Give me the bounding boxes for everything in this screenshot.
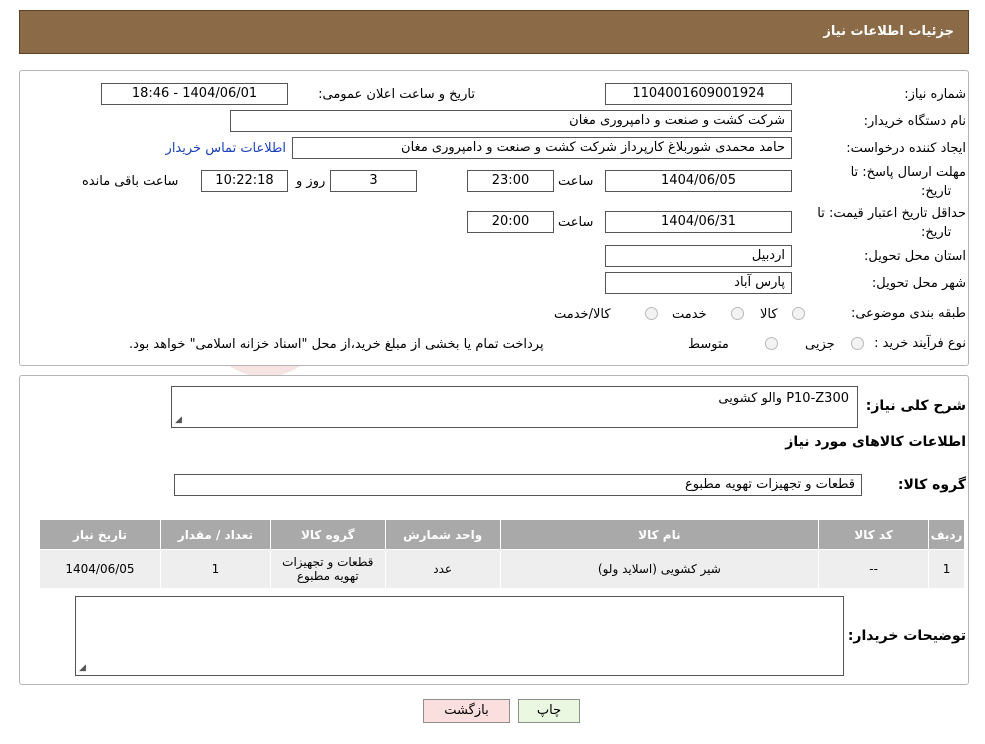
col-header-group: گروه کالا xyxy=(269,519,386,550)
col-header-unit: واحد شمارش xyxy=(384,519,501,550)
days-remaining-field: 3 xyxy=(330,170,417,192)
col-header-date: تاریخ نیاز xyxy=(39,519,161,550)
goods-table-header: ردیف کد کالا نام کالا واحد شمارش گروه کا… xyxy=(39,519,965,550)
category-radio-goods-service[interactable] xyxy=(645,307,658,320)
buyer-contact-link[interactable]: اطلاعات تماس خریدار xyxy=(166,141,286,156)
process-label: نوع فرآیند خرید : xyxy=(874,336,966,351)
deadline-time-field: 23:00 xyxy=(467,170,554,192)
print-button[interactable]: چاپ xyxy=(518,699,580,723)
category-radio-service[interactable] xyxy=(731,307,744,320)
col-header-name: نام کالا xyxy=(499,519,820,550)
days-label: روز و xyxy=(296,174,326,189)
col-header-code: کد کالا xyxy=(818,519,930,550)
need-number-label: شماره نیاز: xyxy=(904,87,966,102)
process-note: پرداخت تمام یا بخشی از مبلغ خرید،از محل … xyxy=(129,337,544,352)
category-option-goods-service: کالا/خدمت xyxy=(554,307,611,322)
process-radio-minor[interactable] xyxy=(851,337,864,350)
category-radio-goods[interactable] xyxy=(792,307,805,320)
buyer-notes-label: توضیحات خریدار: xyxy=(847,628,966,644)
page-title: جزئیات اطلاعات نیاز xyxy=(823,24,954,39)
province-label: استان محل تحویل: xyxy=(864,249,966,264)
process-option-medium: متوسط xyxy=(688,337,729,352)
time-remaining-field: 10:22:18 xyxy=(201,170,288,192)
col-header-row: ردیف xyxy=(928,519,965,550)
process-radio-medium[interactable] xyxy=(765,337,778,350)
validity-date-field: 1404/06/31 xyxy=(605,211,792,233)
buyer-org-field: شرکت کشت و صنعت و دامپروری مغان xyxy=(230,110,792,132)
goods-table: ردیف کد کالا نام کالا واحد شمارش گروه کا… xyxy=(39,519,965,589)
deadline-label-line1: مهلت ارسال پاسخ: تا xyxy=(850,165,966,180)
buyer-notes-field: ◢ xyxy=(75,596,844,676)
deadline-time-label: ساعت xyxy=(558,174,594,189)
cell-unit: عدد xyxy=(384,549,501,589)
cell-row: 1 xyxy=(928,549,965,589)
resize-grip-icon: ◢ xyxy=(79,663,86,673)
resize-grip-icon: ◢ xyxy=(175,415,182,425)
summary-label: شرح کلی نیاز: xyxy=(865,398,966,414)
creator-field: حامد محمدی شوربلاغ کارپرداز شرکت کشت و ص… xyxy=(292,137,792,159)
creator-label: ایجاد کننده درخواست: xyxy=(846,141,966,156)
validity-time-field: 20:00 xyxy=(467,211,554,233)
process-option-minor: جزیی xyxy=(805,337,835,352)
city-label: شهر محل تحویل: xyxy=(871,276,966,291)
goods-info-title: اطلاعات کالاهای مورد نیاز xyxy=(785,434,966,450)
category-option-goods: کالا xyxy=(760,307,778,322)
city-field: پارس آباد xyxy=(605,272,792,294)
validity-time-label: ساعت xyxy=(558,215,594,230)
table-row: 1 -- شیر کشویی (اسلاید ولو) عدد قطعات و … xyxy=(39,549,965,589)
cell-group: قطعات و تجهیزات تهویه مطبوع xyxy=(269,549,386,589)
back-button[interactable]: بازگشت xyxy=(423,699,510,723)
deadline-date-field: 1404/06/05 xyxy=(605,170,792,192)
need-number-field: 1104001609001924 xyxy=(605,83,792,105)
category-label: طبقه بندی موضوعی: xyxy=(850,306,966,321)
summary-field: والو کشویی P10-Z300 ◢ xyxy=(171,386,858,428)
cell-quantity: 1 xyxy=(159,549,271,589)
col-header-quantity: تعداد / مقدار xyxy=(159,519,271,550)
deadline-label-line2: تاریخ: xyxy=(921,184,952,199)
goods-group-label: گروه کالا: xyxy=(897,477,966,493)
time-remaining-label: ساعت باقی مانده xyxy=(82,174,179,189)
page-header: جزئیات اطلاعات نیاز xyxy=(19,10,969,54)
goods-group-field: قطعات و تجهیزات تهویه مطبوع xyxy=(174,474,862,496)
validity-label-line1: حداقل تاریخ اعتبار قیمت: تا xyxy=(817,206,966,221)
cell-name: شیر کشویی (اسلاید ولو) xyxy=(499,549,820,589)
buyer-org-label: نام دستگاه خریدار: xyxy=(863,114,966,129)
province-field: اردبیل xyxy=(605,245,792,267)
announce-label: تاریخ و ساعت اعلان عمومی: xyxy=(318,87,475,102)
cell-code: -- xyxy=(818,549,930,589)
validity-label-line2: تاریخ: xyxy=(921,225,952,240)
category-option-service: خدمت xyxy=(672,307,707,322)
summary-text: والو کشویی P10-Z300 xyxy=(718,391,849,406)
cell-date: 1404/06/05 xyxy=(39,549,161,589)
announce-field: 1404/06/01 - 18:46 xyxy=(101,83,288,105)
